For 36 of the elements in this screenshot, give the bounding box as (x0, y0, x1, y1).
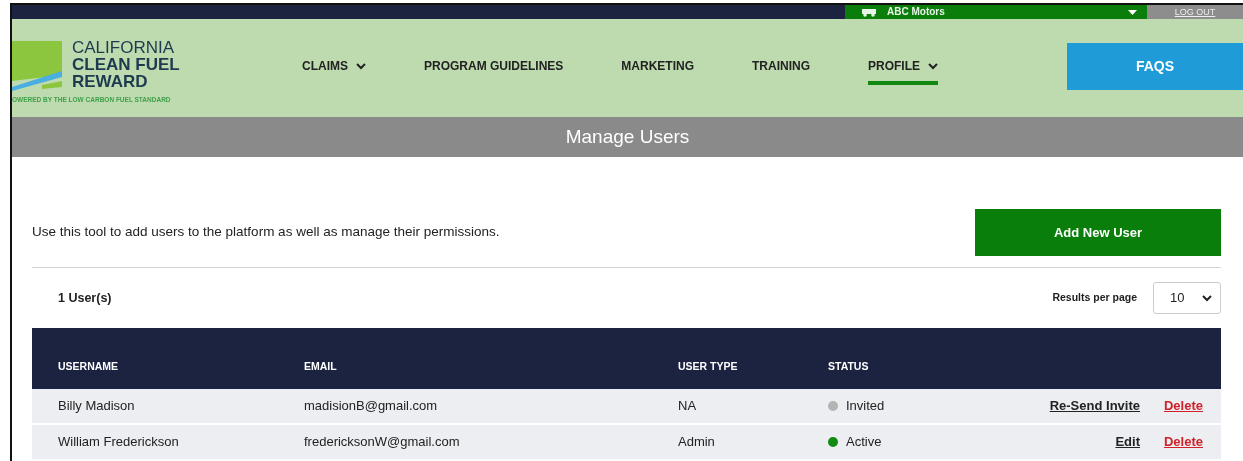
results-select[interactable]: 10 (1153, 282, 1221, 314)
status-text: Active (846, 433, 882, 452)
truck-icon (861, 7, 877, 17)
caret-icon (1202, 294, 1212, 302)
user-count: 1 User(s) (58, 289, 112, 307)
table-cell-text: madisionB@gmail.com (304, 397, 439, 416)
action-link[interactable]: Edit (1115, 432, 1140, 452)
column-header: USER TYPE (678, 359, 739, 375)
table-cell-text: Admin (678, 433, 716, 452)
add-user-button[interactable]: Add New User (975, 209, 1221, 256)
column-header: STATUS (828, 359, 870, 375)
status-text: Invited (846, 397, 885, 416)
action-link[interactable]: Delete (1163, 432, 1203, 452)
results-label: Results per page (1052, 290, 1137, 306)
column-header: EMAIL (304, 359, 338, 375)
caret-icon (356, 62, 366, 70)
nav-link[interactable]: MARKETING (621, 51, 694, 85)
logo-text: REWARD (72, 72, 149, 90)
table-cell-text: NA (678, 397, 698, 416)
nav-link[interactable]: PROFILE (868, 51, 939, 85)
nav-link[interactable]: CLAIMS (302, 51, 366, 85)
column-header: USERNAME (57, 359, 120, 375)
logo-text: CALIFORNIA (72, 38, 176, 56)
table-cell-text: fredericksonW@gmail.com (304, 433, 461, 452)
table-cell-text: Billy Madison (57, 397, 136, 416)
action-link[interactable]: Re-Send Invite (1049, 396, 1140, 416)
nav-link[interactable]: TRAINING (752, 51, 810, 85)
logo-text: CLEAN FUEL (72, 55, 180, 73)
table-cell-text: William Frederickson (57, 433, 180, 452)
dealer-dropdown[interactable]: ABC Motors (845, 5, 1147, 19)
caret-icon (1128, 9, 1137, 15)
nav-link[interactable]: PROGRAM GUIDELINES (424, 51, 564, 85)
description-text: Use this tool to add users to the platform as well as manage their permissions. (32, 223, 500, 242)
action-link[interactable]: Delete (1163, 396, 1203, 416)
page-title: Manage Users (12, 117, 1243, 157)
caret-icon (928, 62, 939, 70)
